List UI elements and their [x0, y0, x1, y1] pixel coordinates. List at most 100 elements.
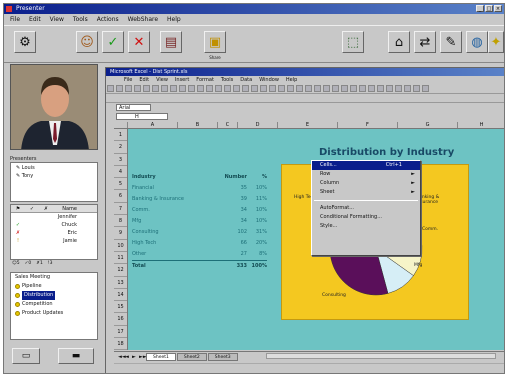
excel-tool-icon[interactable]	[152, 85, 159, 92]
format-menu-item[interactable]: Style...	[312, 222, 420, 231]
row-header[interactable]: 12	[114, 264, 127, 277]
excel-tool-icon[interactable]	[116, 85, 123, 92]
excel-tool-icon[interactable]	[413, 85, 420, 92]
presenter-button[interactable]: ☺	[76, 31, 98, 53]
column-header[interactable]: G	[398, 122, 458, 128]
share-button[interactable]: ▣	[204, 31, 226, 53]
minimize-button[interactable]: _	[476, 5, 484, 12]
format-menu-item[interactable]: Cells... Ctrl+1	[312, 161, 420, 170]
excel-menu-format[interactable]: Format	[196, 76, 214, 84]
attendee-row[interactable]: ✓ Chuck	[11, 221, 97, 229]
excel-tool-icon[interactable]	[350, 85, 357, 92]
column-header[interactable]: F	[338, 122, 398, 128]
column-header[interactable]: E	[278, 122, 338, 128]
sheet-tab[interactable]: Sheet3	[207, 352, 238, 361]
excel-tool-icon[interactable]	[314, 85, 321, 92]
table-row[interactable]: Other 27 8%	[132, 249, 267, 260]
excel-tool-icon[interactable]	[368, 85, 375, 92]
excel-tool-icon[interactable]	[323, 85, 330, 92]
maximize-button[interactable]: □	[485, 5, 493, 12]
table-row[interactable]: Consulting 102 31%	[132, 227, 267, 238]
excel-tool-icon[interactable]	[332, 85, 339, 92]
excel-tool-icon[interactable]	[224, 85, 231, 92]
agenda-item[interactable]: Pipeline	[11, 282, 97, 291]
column-header[interactable]: H	[458, 122, 504, 128]
table-total[interactable]: Total 333 100%	[132, 260, 267, 271]
camera-button[interactable]: ▭	[12, 348, 40, 364]
row-header[interactable]: 8	[114, 215, 127, 228]
reject-button[interactable]: ✕	[128, 31, 150, 53]
transfer-button[interactable]: ⇄	[414, 31, 436, 53]
sheet-tab[interactable]: Sheet2	[176, 352, 207, 361]
row-header[interactable]: 16	[114, 313, 127, 326]
column-header[interactable]: A	[128, 122, 178, 128]
attendee-row[interactable]: ✗ Eric	[11, 229, 97, 237]
menu-actions[interactable]: Actions	[97, 15, 119, 24]
agenda-item[interactable]: Competition	[11, 300, 97, 309]
horizontal-scrollbar[interactable]	[266, 353, 496, 359]
excel-tool-icon[interactable]	[134, 85, 141, 92]
excel-tool-icon[interactable]	[125, 85, 132, 92]
row-header[interactable]: 1	[114, 129, 127, 142]
agenda-item[interactable]: Product Updates	[11, 309, 97, 318]
menu-file[interactable]: File	[10, 15, 20, 24]
sheet-nav-arrow[interactable]: ►►	[139, 354, 147, 360]
excel-tool-icon[interactable]	[341, 85, 348, 92]
format-menu-item[interactable]: Row ►	[312, 170, 420, 179]
table-row[interactable]: High Tech 66 20%	[132, 238, 267, 249]
excel-menu-edit[interactable]: Edit	[139, 76, 149, 84]
close-button[interactable]: ×	[494, 5, 502, 12]
menu-webshare[interactable]: WebShare	[128, 15, 158, 24]
format-menu-item[interactable]: AutoFormat...	[312, 204, 420, 213]
font-selector[interactable]: Arial	[116, 104, 151, 111]
excel-tool-icon[interactable]	[233, 85, 240, 92]
excel-tool-icon[interactable]	[143, 85, 150, 92]
table-row[interactable]: Banking & Insurance 39 11%	[132, 194, 267, 205]
excel-tool-icon[interactable]	[269, 85, 276, 92]
agenda-item[interactable]: Distribution	[11, 291, 97, 300]
excel-menu-insert[interactable]: Insert	[175, 76, 189, 84]
excel-tool-icon[interactable]	[296, 85, 303, 92]
name-box[interactable]: H	[116, 113, 168, 120]
web-button[interactable]: ◍	[466, 31, 488, 53]
menu-edit[interactable]: Edit	[29, 15, 41, 24]
table-row[interactable]: Comm. 34 10%	[132, 205, 267, 216]
book-button[interactable]: ▤	[160, 31, 182, 53]
map-button[interactable]: ✦	[488, 31, 504, 53]
spreadsheet-grid[interactable]: ABCDEFGH 1 2 3 4 5 6 7 8 9 10 11 12 13 14 15 16 17 18 Ind…	[114, 122, 504, 351]
excel-menu-file[interactable]: File	[124, 76, 132, 84]
menu-view[interactable]: View	[50, 15, 64, 24]
excel-menu-data[interactable]: Data	[240, 76, 252, 84]
excel-tool-icon[interactable]	[422, 85, 429, 92]
row-header[interactable]: 18	[114, 338, 127, 351]
row-header[interactable]: 11	[114, 252, 127, 265]
console-button[interactable]: ▬	[58, 348, 94, 364]
excel-menu-window[interactable]: Window	[259, 76, 279, 84]
table-row[interactable]: Financial 35 10%	[132, 183, 267, 194]
format-menu-item[interactable]: Column ►	[312, 179, 420, 188]
table-header[interactable]: Industry Number%	[132, 172, 267, 183]
column-header[interactable]: B	[178, 122, 218, 128]
excel-tool-icon[interactable]	[206, 85, 213, 92]
column-header[interactable]: D	[238, 122, 278, 128]
row-header[interactable]: 3	[114, 154, 127, 166]
excel-tool-icon[interactable]	[305, 85, 312, 92]
excel-tool-icon[interactable]	[359, 85, 366, 92]
settings-tool-button[interactable]: ⚙	[14, 31, 36, 53]
excel-tool-icon[interactable]	[188, 85, 195, 92]
format-menu-item[interactable]: Conditional Formatting...	[312, 213, 420, 222]
excel-menu-help[interactable]: Help	[286, 76, 297, 84]
excel-tool-icon[interactable]	[161, 85, 168, 92]
row-header[interactable]: 9	[114, 227, 127, 240]
excel-tool-icon[interactable]	[377, 85, 384, 92]
grid-corner[interactable]	[114, 122, 128, 128]
accept-button[interactable]: ✓	[102, 31, 124, 53]
row-header[interactable]: 2	[114, 141, 127, 154]
row-header[interactable]: 7	[114, 203, 127, 216]
annotate-button[interactable]: ✎	[440, 31, 462, 53]
excel-menu-tools[interactable]: Tools	[221, 76, 233, 84]
excel-tool-icon[interactable]	[395, 85, 402, 92]
attendee-row[interactable]: Jennifer	[11, 213, 97, 221]
row-header[interactable]: 4	[114, 166, 127, 179]
row-header[interactable]: 17	[114, 326, 127, 339]
